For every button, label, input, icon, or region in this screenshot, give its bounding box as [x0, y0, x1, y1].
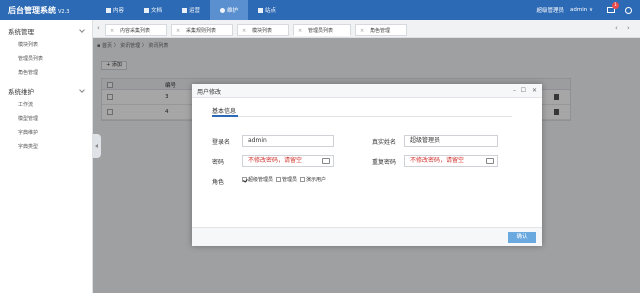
realname-field[interactable]: 超级管理员: [404, 135, 498, 147]
role-option-label: 超级管理员: [248, 177, 274, 183]
role-label: 角色: [212, 179, 225, 186]
topnav-content[interactable]: 内容: [96, 0, 134, 20]
keyboard-icon[interactable]: [486, 158, 494, 164]
operations-icon: [181, 7, 187, 13]
section-title: 基本信息: [212, 108, 237, 115]
dialog-header: 用户修改 – ☐ ✕: [192, 84, 542, 98]
role-options: 超级管理员 管理员 演示用户: [242, 176, 326, 183]
sidebar-collapse-handle[interactable]: [93, 134, 101, 158]
user-name: admin: [569, 7, 588, 13]
role-option-label: 管理员: [282, 177, 298, 183]
sidebar-item-dictionary[interactable]: 字典维护: [0, 126, 92, 140]
sidebar-item-workflow[interactable]: 工作流: [0, 98, 92, 112]
tab-roles[interactable]: × 角色管理: [355, 24, 407, 36]
top-nav: 内容 文档 运营 维护 站点: [96, 0, 286, 20]
mail-badge: 1: [612, 2, 619, 9]
app-version: V2.3: [58, 9, 70, 15]
tab-collect-rules[interactable]: × 采集规则列表: [171, 24, 233, 36]
tab-strip: ‹ × 内容采集列表 × 采集规则列表 × 模块列表 × 管理员列表 × 角色管理 ‹ ›: [93, 20, 640, 38]
sidebar-item-modules[interactable]: 模块列表: [0, 38, 92, 52]
chart-icon: [257, 7, 263, 13]
tab-label: 角色管理: [370, 28, 391, 34]
sidebar-group-system[interactable]: 系统管理: [0, 24, 92, 38]
role-option-demo[interactable]: 演示用户: [300, 176, 326, 183]
tab-label: 管理员列表: [308, 28, 334, 34]
role-option-superadmin[interactable]: 超级管理员: [242, 176, 273, 183]
sidebar-item-roles[interactable]: 角色管理: [0, 66, 92, 80]
user-role: 超级管理员: [536, 8, 564, 14]
confirm-button[interactable]: 确认: [508, 232, 536, 243]
app-title: 后台管理系统: [8, 6, 56, 15]
tab-collect-list[interactable]: × 内容采集列表: [105, 24, 167, 36]
close-icon[interactable]: ×: [360, 25, 364, 37]
mail-icon[interactable]: 1: [607, 2, 619, 13]
user-menu[interactable]: admin ∨: [570, 7, 593, 13]
topnav-label: 运营: [188, 8, 200, 14]
password-placeholder: 不修改密码，请留空: [248, 157, 303, 164]
login-field[interactable]: admin: [242, 135, 334, 147]
sidebar: 系统管理 模块列表 管理员列表 角色管理 系统维护 工作流 模型管理 字典维护 …: [0, 20, 93, 293]
sidebar-item-dictionary-types[interactable]: 字典类型: [0, 140, 92, 154]
home-icon: [105, 7, 111, 13]
dialog-title: 用户修改: [197, 89, 222, 96]
repeat-password-field[interactable]: 不修改密码，请留空: [404, 155, 498, 167]
repeat-password-placeholder: 不修改密码，请留空: [410, 157, 465, 164]
topnav-label: 内容: [112, 8, 124, 14]
password-label: 密码: [212, 159, 225, 166]
tab-modules[interactable]: × 模块列表: [237, 24, 289, 36]
sidebar-item-models[interactable]: 模型管理: [0, 112, 92, 126]
tab-scroll-left-icon[interactable]: ‹: [97, 24, 100, 32]
password-field[interactable]: 不修改密码，请留空: [242, 155, 334, 167]
role-option-label: 演示用户: [306, 177, 327, 183]
sidebar-group-label: 系统维护: [8, 88, 34, 96]
role-checkbox[interactable]: [300, 177, 306, 182]
maximize-icon[interactable]: ☐: [521, 87, 526, 94]
app-brand: 后台管理系统 V2.3: [8, 5, 69, 16]
login-label: 登录名: [212, 139, 231, 146]
tab-scroll-right-icon[interactable]: ›: [627, 24, 630, 32]
close-icon[interactable]: ×: [110, 25, 114, 37]
top-bar: 后台管理系统 V2.3 内容 文档 运营 维护 站点 超级管理员 admin ∨ …: [0, 0, 640, 20]
role-option-admin[interactable]: 管理员: [276, 176, 297, 183]
sidebar-group-label: 系统管理: [8, 28, 34, 36]
close-icon[interactable]: ×: [176, 25, 180, 37]
user-edit-dialog: 用户修改 – ☐ ✕ 基本信息 登录名 admin 真实姓名 超级管理员 密码 …: [192, 84, 542, 246]
tab-admin-list[interactable]: × 管理员列表: [293, 24, 351, 36]
chevron-down-icon: [79, 27, 85, 33]
close-icon[interactable]: ×: [298, 25, 302, 37]
section-divider: [212, 115, 512, 117]
user-area: 超级管理员 admin ∨ 1: [536, 0, 632, 20]
minimize-icon[interactable]: –: [513, 87, 516, 94]
gear-icon: [219, 7, 225, 13]
topnav-site[interactable]: 站点: [248, 0, 286, 20]
topnav-label: 文档: [150, 8, 162, 14]
topnav-label: 站点: [264, 8, 276, 14]
keyboard-icon[interactable]: [322, 158, 330, 164]
topnav-docs[interactable]: 文档: [134, 0, 172, 20]
close-icon[interactable]: ✕: [532, 87, 537, 94]
tab-label: 内容采集列表: [120, 28, 151, 34]
role-checkbox[interactable]: [242, 177, 247, 182]
sidebar-group-maintenance[interactable]: 系统维护: [0, 84, 92, 98]
realname-label: 真实姓名: [372, 139, 397, 146]
power-icon[interactable]: [625, 6, 632, 14]
topnav-operations[interactable]: 运营: [172, 0, 210, 20]
document-icon: [143, 7, 149, 13]
dialog-footer: 确认: [192, 227, 542, 246]
repeat-password-label: 重复密码: [372, 159, 397, 166]
tab-scroll-left-icon[interactable]: ‹: [615, 24, 618, 32]
close-icon[interactable]: ×: [242, 25, 246, 37]
tab-label: 采集规则列表: [186, 28, 217, 34]
topnav-maintenance[interactable]: 维护: [210, 0, 248, 20]
tab-label: 模块列表: [252, 28, 273, 34]
sidebar-item-admins[interactable]: 管理员列表: [0, 52, 92, 66]
chevron-down-icon: [79, 87, 85, 93]
topnav-label: 维护: [226, 8, 238, 14]
role-checkbox[interactable]: [276, 177, 282, 182]
